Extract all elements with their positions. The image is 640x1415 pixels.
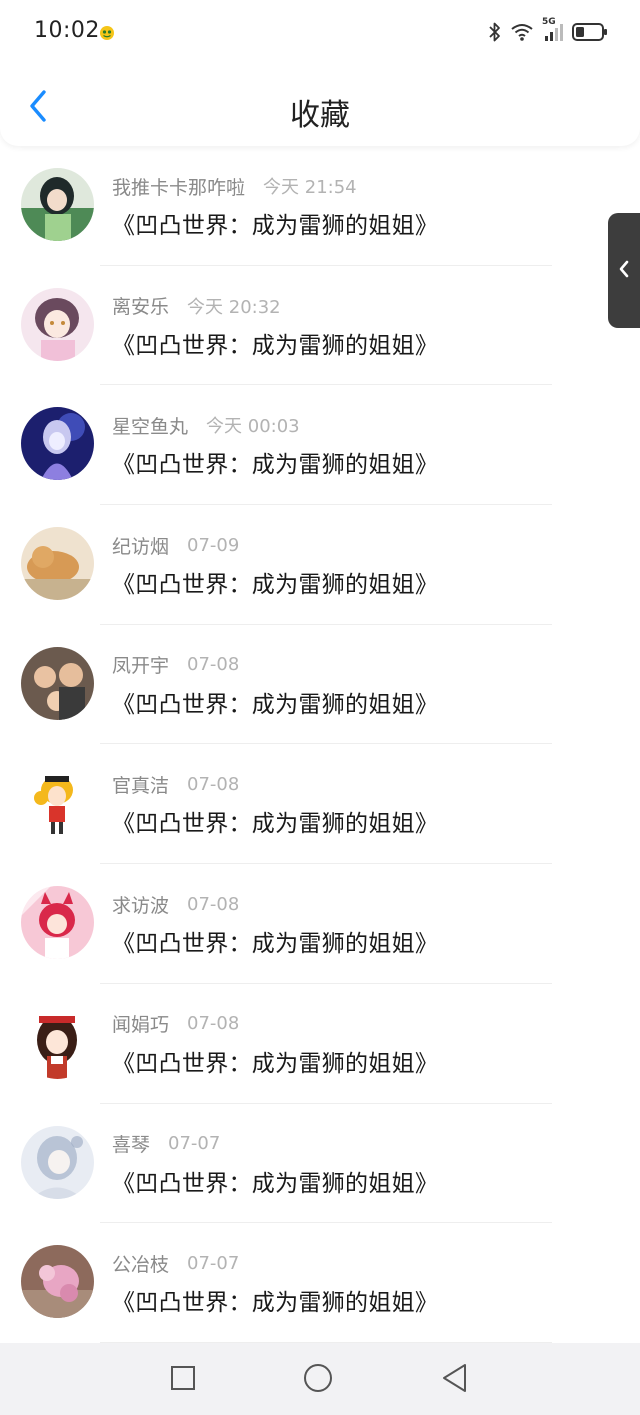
item-title[interactable]: 《凹凸世界：成为雷狮的姐姐》 [112,804,438,838]
item-user-name[interactable]: 凤开宇 [112,651,169,678]
item-user-name[interactable]: 我推卡卡那咋啦 [112,173,245,200]
item-meta: 我推卡卡那咋啦 今天 21:54 [112,173,357,199]
bluetooth-icon [488,21,502,43]
list-item[interactable]: 纪访烟 07-09 《凹凸世界：成为雷狮的姐姐》 [0,505,640,625]
avatar[interactable] [21,527,94,601]
item-user-name[interactable]: 星空鱼丸 [112,412,188,439]
item-meta: 官真洁 07-08 [112,771,239,797]
item-user-name[interactable]: 喜琴 [112,1130,150,1157]
item-meta: 星空鱼丸 今天 00:03 [112,412,300,438]
item-user-name[interactable]: 离安乐 [112,292,169,319]
avatar[interactable] [21,646,94,720]
avatar[interactable] [21,287,94,361]
emoji-icon [98,24,116,42]
item-timestamp: 07-08 [187,654,240,676]
top-card: 10:02 5G 收藏 [0,0,640,146]
triangle-back-icon [440,1362,470,1398]
item-meta: 公冶枝 07-07 [112,1250,239,1276]
list-item[interactable]: 公冶枝 07-07 《凹凸世界：成为雷狮的姐姐》 [0,1223,640,1343]
item-user-name[interactable]: 官真洁 [112,771,169,798]
avatar[interactable] [21,886,94,960]
recent-apps-button[interactable] [168,1365,198,1395]
home-button[interactable] [302,1362,334,1398]
item-meta: 纪访烟 07-09 [112,532,239,558]
network-label: 5G [542,17,556,27]
item-title[interactable]: 《凹凸世界：成为雷狮的姐姐》 [112,1283,438,1317]
list-item[interactable]: 官真洁 07-08 《凹凸世界：成为雷狮的姐姐》 [0,744,640,865]
item-timestamp: 07-07 [168,1133,221,1154]
wifi-icon [510,22,534,42]
favorites-list: 我推卡卡那咋啦 今天 21:54 《凹凸世界：成为雷狮的姐姐》 离安乐 今天 2… [0,146,640,1343]
avatar[interactable] [21,1245,94,1319]
list-item[interactable]: 喜琴 07-07 《凹凸世界：成为雷狮的姐姐》 [0,1104,640,1224]
avatar[interactable] [21,168,94,241]
item-title[interactable]: 《凹凸世界：成为雷狮的姐姐》 [112,326,438,360]
item-timestamp: 07-09 [187,534,240,556]
list-item[interactable]: 求访波 07-08 《凹凸世界：成为雷狮的姐姐》 [0,864,640,984]
item-timestamp: 07-08 [187,893,240,915]
item-timestamp: 07-08 [187,1013,240,1035]
avatar[interactable] [21,1005,94,1079]
list-item[interactable]: 闻娟巧 07-08 《凹凸世界：成为雷狮的姐姐》 [0,984,640,1104]
item-title[interactable]: 《凹凸世界：成为雷狮的姐姐》 [112,685,438,719]
phone-screen: 10:02 5G 收藏 我推卡卡那咋啦 今天 21:54 《凹凸世界：成为雷狮的… [0,0,640,1415]
item-timestamp: 07-08 [187,773,240,795]
square-recent-icon [169,1364,197,1396]
item-user-name[interactable]: 闻娟巧 [112,1010,169,1037]
side-drawer-tab[interactable] [608,213,640,328]
item-user-name[interactable]: 求访波 [112,891,169,918]
list-item[interactable]: 凤开宇 07-08 《凹凸世界：成为雷狮的姐姐》 [0,625,640,745]
status-icons: 5G [488,17,608,46]
item-meta: 求访波 07-08 [112,891,239,917]
item-title[interactable]: 《凹凸世界：成为雷狮的姐姐》 [112,565,438,599]
header: 收藏 [0,70,640,146]
status-bar: 10:02 5G [0,0,640,64]
item-title[interactable]: 《凹凸世界：成为雷狮的姐姐》 [112,1164,438,1198]
avatar[interactable] [21,1125,94,1199]
item-timestamp: 今天 00:03 [206,416,300,438]
signal-icon: 5G [542,17,564,43]
item-meta: 凤开宇 07-08 [112,652,239,678]
page-title: 收藏 [290,98,350,133]
item-meta: 喜琴 07-07 [112,1131,220,1157]
item-timestamp: 07-07 [187,1252,240,1274]
item-meta: 离安乐 今天 20:32 [112,293,281,319]
item-title[interactable]: 《凹凸世界：成为雷狮的姐姐》 [112,206,438,240]
avatar[interactable] [21,407,94,481]
item-timestamp: 今天 21:54 [263,177,357,198]
list-item[interactable]: 我推卡卡那咋啦 今天 21:54 《凹凸世界：成为雷狮的姐姐》 [0,146,640,266]
circle-home-icon [302,1362,334,1398]
item-user-name[interactable]: 纪访烟 [112,532,169,559]
status-time: 10:02 [34,18,100,43]
list-item[interactable]: 星空鱼丸 今天 00:03 《凹凸世界：成为雷狮的姐姐》 [0,385,640,506]
item-user-name[interactable]: 公冶枝 [112,1250,169,1277]
item-meta: 闻娟巧 07-08 [112,1011,239,1037]
avatar[interactable] [21,766,94,840]
chevron-left-icon [618,260,630,282]
item-title[interactable]: 《凹凸世界：成为雷狮的姐姐》 [112,445,438,479]
battery-icon [572,22,608,42]
navigation-bar [0,1343,640,1415]
item-title[interactable]: 《凹凸世界：成为雷狮的姐姐》 [112,1044,438,1078]
item-title[interactable]: 《凹凸世界：成为雷狮的姐姐》 [112,924,438,958]
item-timestamp: 今天 20:32 [187,296,281,318]
system-back-button[interactable] [440,1362,470,1398]
list-item[interactable]: 离安乐 今天 20:32 《凹凸世界：成为雷狮的姐姐》 [0,266,640,386]
